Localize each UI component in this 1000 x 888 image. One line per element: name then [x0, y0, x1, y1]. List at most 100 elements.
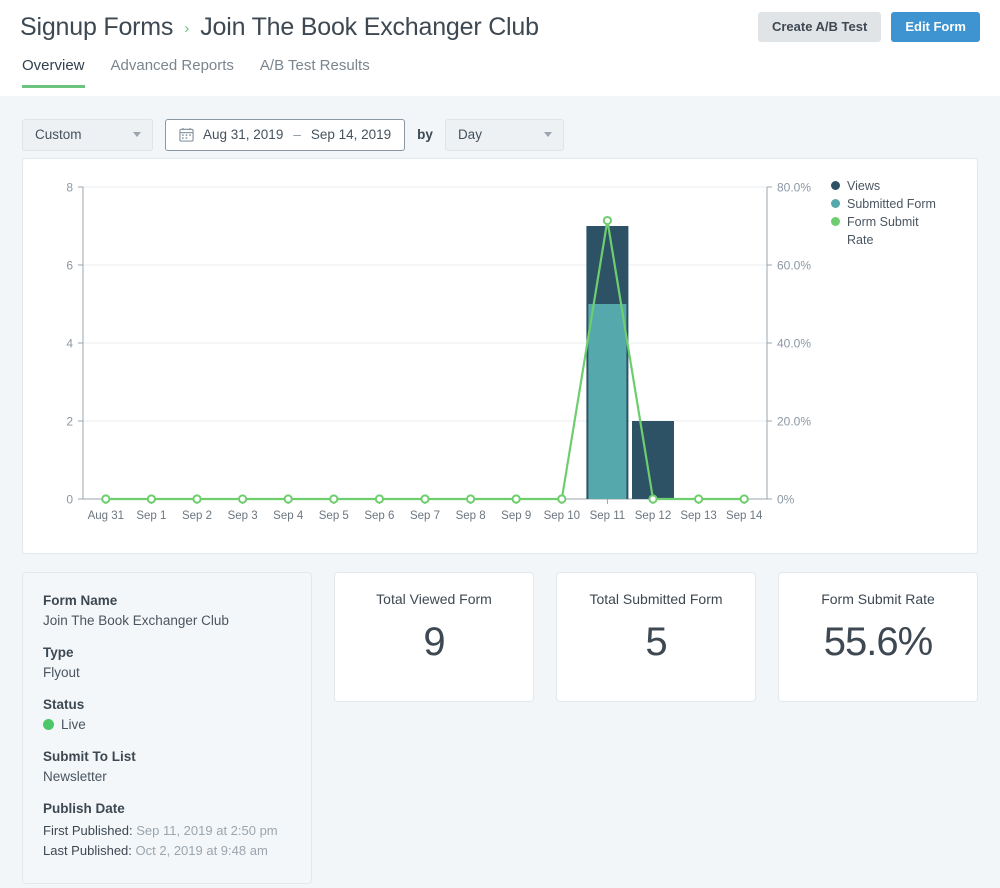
- right-axis-tick-label: 40.0%: [777, 337, 811, 351]
- chart-bar: [588, 304, 626, 499]
- right-axis-tick-label: 60.0%: [777, 259, 811, 273]
- breadcrumb-link-signup-forms[interactable]: Signup Forms: [20, 13, 173, 42]
- x-axis-tick-label: Sep 6: [364, 510, 394, 522]
- last-published-row: Last Published: Oct 2, 2019 at 9:48 am: [43, 841, 291, 861]
- right-axis-tick-label: 20.0%: [777, 415, 811, 429]
- tab-bar: Overview Advanced Reports A/B Test Resul…: [20, 46, 980, 88]
- chart-line-marker: [513, 495, 520, 502]
- status-dot-icon: [43, 719, 54, 730]
- type-label: Type: [43, 645, 291, 660]
- x-axis-tick-label: Sep 12: [635, 510, 671, 522]
- chart-line-marker: [376, 495, 383, 502]
- form-name-label: Form Name: [43, 593, 291, 608]
- chart-line-marker: [239, 495, 246, 502]
- header-actions: Create A/B Test Edit Form: [758, 12, 980, 42]
- chart-line-marker: [741, 495, 748, 502]
- chart-bar: [632, 421, 674, 499]
- analytics-chart: 0 2 4 6 8 0% 20.0% 40.0% 60.0% 80.0% Aug 31 Sep 1 Se…: [23, 159, 977, 553]
- x-axis-tick-label: Sep 5: [319, 510, 349, 522]
- legend-label-continued: Rate: [847, 233, 873, 247]
- status-badge: Live: [43, 717, 291, 732]
- x-axis-tick-label: Sep 8: [456, 510, 486, 522]
- chevron-down-icon: [133, 132, 141, 137]
- summary-section: Form Name Join The Book Exchanger Club T…: [0, 554, 1000, 884]
- page-header: Signup Forms › Join The Book Exchanger C…: [0, 0, 1000, 96]
- publish-date-label: Publish Date: [43, 801, 291, 816]
- first-published-row: First Published: Sep 11, 2019 at 2:50 pm: [43, 821, 291, 841]
- interval-select[interactable]: Day: [445, 119, 564, 151]
- stat-title: Form Submit Rate: [821, 591, 935, 607]
- chart-line-marker: [467, 495, 474, 502]
- left-axis-tick-label: 6: [66, 259, 73, 273]
- left-axis-tick-label: 0: [66, 493, 73, 507]
- stat-value: 9: [423, 620, 444, 665]
- breadcrumb-chevron-icon: ›: [184, 21, 189, 36]
- chart-line-marker: [649, 495, 656, 502]
- chart-line-marker: [558, 495, 565, 502]
- status-label: Status: [43, 697, 291, 712]
- stat-card-total-viewed-form: Total Viewed Form 9: [334, 572, 534, 702]
- stat-value: 55.6%: [824, 620, 932, 665]
- tab-overview[interactable]: Overview: [22, 57, 85, 88]
- tab-advanced-reports[interactable]: Advanced Reports: [111, 57, 234, 88]
- stat-title: Total Submitted Form: [589, 591, 722, 607]
- legend-label: Submitted Form: [847, 197, 936, 211]
- x-axis-tick-label: Sep 13: [680, 510, 716, 522]
- right-axis-tick-label: 80.0%: [777, 181, 811, 195]
- left-axis-tick-label: 2: [66, 415, 73, 429]
- date-range-end: Sep 14, 2019: [311, 127, 391, 142]
- x-axis-tick-label: Sep 11: [590, 510, 626, 522]
- stat-card-form-submit-rate: Form Submit Rate 55.6%: [778, 572, 978, 702]
- chart-line-marker: [285, 495, 292, 502]
- date-range-picker[interactable]: Aug 31, 2019 – Sep 14, 2019: [165, 119, 405, 151]
- x-axis-tick-label: Aug 31: [88, 510, 124, 522]
- date-range-preset-value: Custom: [35, 127, 82, 142]
- right-axis-tick-label: 0%: [777, 493, 795, 507]
- legend-label: Form Submit: [847, 215, 919, 229]
- left-axis-tick-label: 8: [66, 181, 73, 195]
- chart-line-marker: [695, 495, 702, 502]
- stat-title: Total Viewed Form: [376, 591, 492, 607]
- legend-dot-icon: [831, 217, 840, 226]
- create-ab-test-button[interactable]: Create A/B Test: [758, 12, 881, 42]
- first-published-value: Sep 11, 2019 at 2:50 pm: [136, 823, 277, 838]
- submit-to-list-value: Newsletter: [43, 769, 291, 784]
- chart-line-marker: [421, 495, 428, 502]
- interval-value: Day: [458, 127, 482, 142]
- last-published-label: Last Published:: [43, 843, 132, 858]
- status-value: Live: [61, 717, 86, 732]
- x-axis-tick-label: Sep 14: [726, 510, 763, 522]
- chart-line-marker: [148, 495, 155, 502]
- legend-dot-icon: [831, 199, 840, 208]
- analytics-chart-card: 0 2 4 6 8 0% 20.0% 40.0% 60.0% 80.0% Aug 31 Sep 1 Se…: [22, 158, 978, 554]
- date-range-preset-select[interactable]: Custom: [22, 119, 153, 151]
- date-range-start: Aug 31, 2019: [203, 127, 283, 142]
- x-axis-tick-label: Sep 7: [410, 510, 440, 522]
- chart-line-marker: [102, 495, 109, 502]
- legend-dot-icon: [831, 181, 840, 190]
- chart-line-marker: [330, 495, 337, 502]
- chart-line-marker: [604, 217, 611, 224]
- x-axis-tick-label: Sep 4: [273, 510, 304, 522]
- form-info-card: Form Name Join The Book Exchanger Club T…: [22, 572, 312, 884]
- filter-controls: Custom Aug 31, 2019 – Sep 14, 2019 by Da…: [0, 96, 1000, 158]
- by-label: by: [417, 127, 433, 142]
- calendar-icon: [179, 127, 194, 142]
- x-axis-tick-label: Sep 10: [544, 510, 580, 522]
- left-axis-tick-label: 4: [66, 337, 73, 351]
- edit-form-button[interactable]: Edit Form: [891, 12, 980, 42]
- legend-label: Views: [847, 179, 880, 193]
- x-axis-tick-label: Sep 1: [136, 510, 166, 522]
- stat-value: 5: [645, 620, 666, 665]
- page-title: Join The Book Exchanger Club: [200, 13, 539, 42]
- x-axis-tick-label: Sep 9: [501, 510, 531, 522]
- date-range-dash: –: [293, 127, 301, 142]
- type-value: Flyout: [43, 665, 291, 680]
- form-name-value: Join The Book Exchanger Club: [43, 613, 291, 628]
- chevron-down-icon: [544, 132, 552, 137]
- stat-card-total-submitted-form: Total Submitted Form 5: [556, 572, 756, 702]
- stat-cards: Total Viewed Form 9 Total Submitted Form…: [334, 572, 978, 702]
- last-published-value: Oct 2, 2019 at 9:48 am: [136, 843, 268, 858]
- tab-ab-test-results[interactable]: A/B Test Results: [260, 57, 370, 88]
- x-axis-tick-label: Sep 2: [182, 510, 212, 522]
